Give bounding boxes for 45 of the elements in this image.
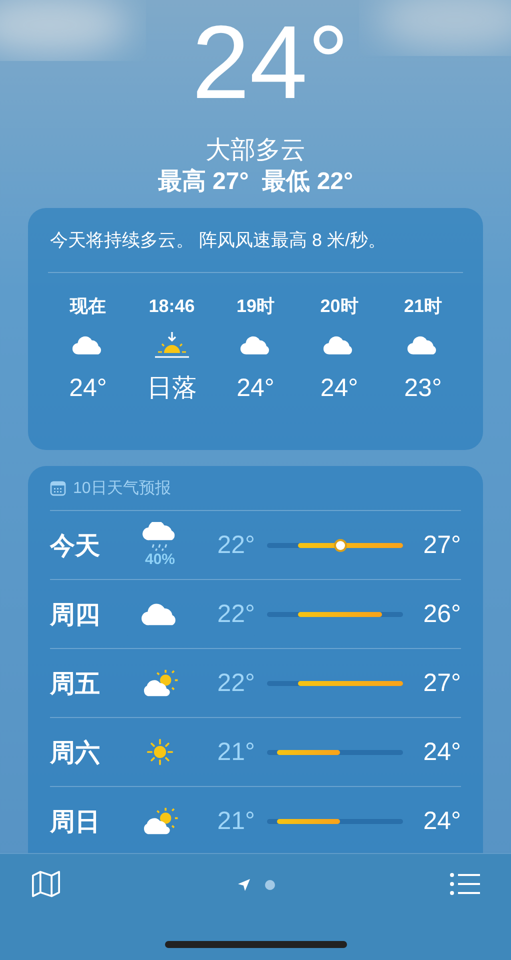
hour-value: 23° [404,373,442,403]
day-name: 周六 [50,738,101,768]
location-arrow-icon[interactable] [236,878,250,892]
hour-label: 20时 [320,295,358,317]
hour-label: 18:46 [148,295,195,317]
high-low-temperature: 最高 27° 最低 22° [158,167,354,197]
low-temperature: 21° [216,806,255,836]
day-name: 今天 [50,530,101,562]
hour-value: 24° [236,373,274,403]
sun-behind-cloud-icon [141,669,179,697]
current-temperature-dot [336,540,346,550]
temperature-range-bar [277,750,340,754]
low-temperature: 22° [216,530,255,560]
hour-value: 24° [69,373,107,403]
low-temperature: 22° [216,668,255,698]
precipitation-chance: 40% [144,552,176,568]
high-temperature: 26° [422,600,461,628]
list-icon[interactable] [449,870,481,898]
hour-label: 21时 [404,295,442,317]
high-temperature: 24° [422,738,461,766]
day-name: 周日 [50,806,101,838]
hour-label: 现在 [70,295,106,317]
sun-behind-cloud-icon [141,807,179,835]
forecast-summary: 今天将持续多云。 阵风风速最高 8 米/秒。 [48,208,463,273]
cloud-icon [407,334,439,356]
day-name: 周四 [50,600,101,630]
current-temperature: 24° [190,4,350,122]
day-name: 周五 [50,668,101,700]
hour-value: 日落 [146,373,197,403]
temperature-range-bar [277,818,340,824]
weather-condition: 大部多云 [205,135,306,166]
low-temperature: 22° [216,600,255,628]
sunset-icon [154,331,190,359]
low-temperature: 21° [216,738,255,766]
cloud-icon [72,334,104,356]
high-temperature: 27° [422,530,461,560]
calendar-icon [50,480,66,496]
page-dot[interactable] [264,880,274,890]
map-icon[interactable] [30,870,62,898]
hour-value: 24° [320,373,358,403]
hour-label: 19时 [236,295,275,317]
forecast-title: 10日天气预报 [73,478,171,498]
high-temperature: 24° [422,806,461,836]
cloud-icon [240,334,272,356]
high-temperature: 27° [422,668,461,698]
